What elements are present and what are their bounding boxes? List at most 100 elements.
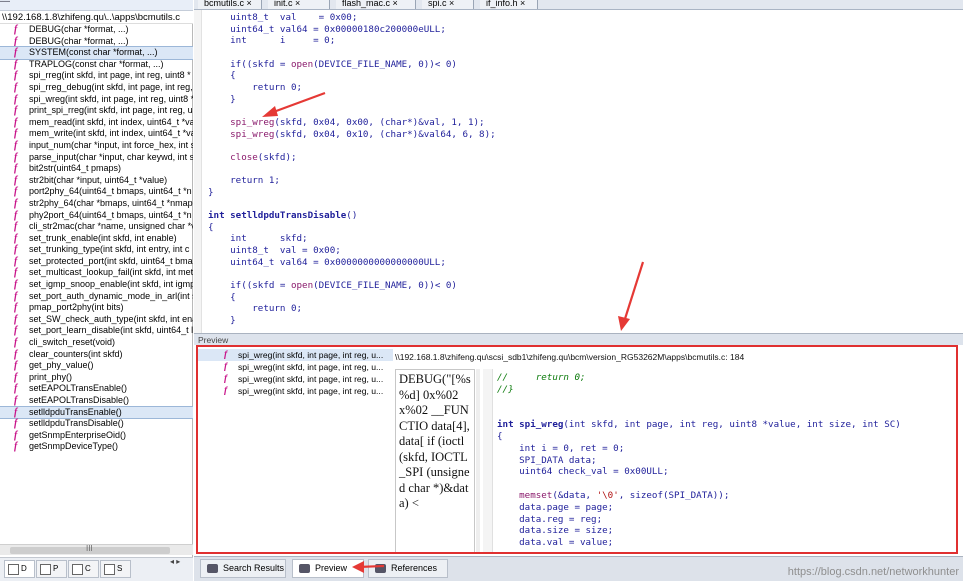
bottom-tab-label: Preview xyxy=(315,563,348,573)
code-token: '\0' xyxy=(596,490,619,501)
function-icon: f xyxy=(14,105,18,117)
function-signature: setlldpduTransDisable() xyxy=(29,418,124,429)
function-list-item[interactable]: f spi_rreg(int skfd, int page, int reg, u… xyxy=(0,70,193,82)
function-signature: mem_write(int skfd, int index, uint64_t … xyxy=(29,128,193,139)
function-list-item[interactable]: f spi_rreg_debug(int skfd, int page, int … xyxy=(0,82,193,94)
code-token: memset xyxy=(497,490,553,501)
function-list-item[interactable]: f pmap_port2phy(int bits) xyxy=(0,302,193,314)
reference-list[interactable]: f spi_wreg(int skfd, int page, int reg, u… xyxy=(198,349,393,552)
reference-item[interactable]: f spi_wreg(int skfd, int page, int reg, u… xyxy=(198,373,393,385)
code-token: return 0; xyxy=(208,303,303,315)
function-list-item[interactable]: f clear_counters(int skfd) xyxy=(0,349,193,361)
function-list-item[interactable]: f str2bit(char *input, uint64_t *value) xyxy=(0,175,193,187)
function-icon: f xyxy=(14,186,18,198)
code-token: (DEVICE_FILE_NAME, 0))< 0) xyxy=(313,58,457,70)
reference-item[interactable]: f spi_wreg(int skfd, int page, int reg, u… xyxy=(198,385,393,397)
function-list-item[interactable]: f getSnmpEnterpriseOid() xyxy=(0,430,193,442)
minimize-icon[interactable]: — xyxy=(0,0,10,7)
function-signature: set_trunk_enable(int skfd, int enable) xyxy=(29,232,177,243)
function-signature: setlldpduTransEnable() xyxy=(29,406,122,417)
editor-tab-label: flash_mac.c × xyxy=(342,0,398,8)
function-list-item[interactable]: f setlldpduTransEnable() xyxy=(0,405,193,420)
code-token: if((skfd = xyxy=(208,279,291,291)
function-signature: str2phy_64(char *bmaps, uint64_t *nmap xyxy=(29,197,193,208)
function-signature: print_phy() xyxy=(29,371,73,382)
code-line: int setlldpduTransDisable() xyxy=(208,210,357,221)
function-list-item[interactable]: f print_spi_rreg(int skfd, int page, int … xyxy=(0,105,193,117)
function-list-item[interactable]: f set_SW_check_auth_type(int skfd, int en… xyxy=(0,314,193,326)
function-list-item[interactable]: f DEBUG(char *format, ...) xyxy=(0,24,193,36)
file-path-label: \\192.168.1.8\zhifeng.qu\..\apps\bcmutil… xyxy=(0,11,193,24)
function-list-item[interactable]: f TRAPLOG(const char *format, ...) xyxy=(0,59,193,71)
code-line: data.val = value; xyxy=(497,537,613,548)
bottom-tab-preview[interactable]: Preview xyxy=(292,559,364,578)
function-list-item[interactable]: f set_trunking_type(int skfd, int entry, … xyxy=(0,244,193,256)
function-list-item[interactable]: f DEBUG(char *format, ...) xyxy=(0,36,193,48)
function-list-item[interactable]: f cli_str2mac(char *name, unsigned char *… xyxy=(0,221,193,233)
function-list-item[interactable]: f parse_input(char *input, char keywd, in… xyxy=(0,152,193,164)
code-token: () xyxy=(346,210,358,222)
function-list-item[interactable]: f setlldpduTransDisable() xyxy=(0,418,193,430)
function-list-item[interactable]: f input_num(char *input, int force_hex, i… xyxy=(0,140,193,152)
function-list-item[interactable]: f set_igmp_snoop_enable(int skfd, int igm… xyxy=(0,279,193,291)
code-line: } xyxy=(208,315,236,326)
function-icon: f xyxy=(14,267,18,279)
code-token: spi_wreg xyxy=(208,116,275,128)
function-list-item[interactable]: f setEAPOLTransEnable() xyxy=(0,383,193,395)
function-list-item[interactable]: f spi_wreg(int skfd, int page, int reg, u… xyxy=(0,94,193,106)
snippet-scrollbar[interactable] xyxy=(476,369,480,552)
function-list-item[interactable]: f set_protected_port(int skfd, uint64_t b… xyxy=(0,256,193,268)
symbol-tab-d[interactable]: D xyxy=(4,560,35,578)
symbol-tab-p[interactable]: P xyxy=(36,560,67,578)
panel-scroll-arrows[interactable]: ◂ ▸ xyxy=(170,557,194,567)
symbol-tab-c[interactable]: C xyxy=(68,560,99,578)
editor-tab[interactable]: flash_mac.c × xyxy=(336,0,416,9)
search-results-icon xyxy=(207,564,218,573)
function-list-item[interactable]: f cli_switch_reset(void) xyxy=(0,337,193,349)
function-icon: f xyxy=(14,197,18,209)
function-list-item[interactable]: f set_port_auth_dynamic_mode_in_arl(int s… xyxy=(0,291,193,303)
reference-item[interactable]: f spi_wreg(int skfd, int page, int reg, u… xyxy=(198,349,393,361)
bottom-tab-references[interactable]: References xyxy=(368,559,448,578)
function-signature: SYSTEM(const char *format, ...) xyxy=(29,47,158,58)
function-list-item[interactable]: f port2phy_64(uint64_t bmaps, uint64_t *n xyxy=(0,186,193,198)
editor-tab[interactable]: spi.c × xyxy=(422,0,474,9)
symbol-tab-s[interactable]: S xyxy=(100,560,131,578)
function-list[interactable]: f DEBUG(char *format, ...) f DEBUG(char *fo… xyxy=(0,24,193,540)
function-list-item[interactable]: f mem_write(int skfd, int index, uint64_t… xyxy=(0,128,193,140)
preview-code[interactable]: // return 0;//} int spi_wreg(int skfd, in… xyxy=(483,369,956,552)
bottom-tab-label: Search Results xyxy=(223,563,285,573)
function-signature: port2phy_64(uint64_t bmaps, uint64_t *n xyxy=(29,186,192,197)
function-list-item[interactable]: f str2phy_64(char *bmaps, uint64_t *nmap xyxy=(0,198,193,210)
code-token: data.reg = reg; xyxy=(497,513,603,525)
function-list-item[interactable]: f SYSTEM(const char *format, ...) xyxy=(0,46,193,60)
horizontal-scrollbar[interactable]: III xyxy=(0,544,193,555)
function-icon: f xyxy=(14,116,18,128)
editor-tab[interactable]: bcmutils.c × xyxy=(198,0,262,9)
reference-item[interactable]: f spi_wreg(int skfd, int page, int reg, u… xyxy=(198,361,393,373)
function-signature: pmap_port2phy(int bits) xyxy=(29,302,124,313)
bottom-tab-search-results[interactable]: Search Results xyxy=(200,559,286,578)
editor-tab[interactable]: init.c × xyxy=(268,0,330,9)
symbol-search-icon xyxy=(104,564,115,575)
function-icon: f xyxy=(14,302,18,314)
function-list-item[interactable]: f mem_read(int skfd, int index, uint64_t … xyxy=(0,117,193,129)
function-signature: cli_str2mac(char *name, unsigned char *v… xyxy=(29,221,193,232)
function-signature: setEAPOLTransDisable() xyxy=(29,395,130,405)
function-list-item[interactable]: f set_port_learn_disable(int skfd, uint64… xyxy=(0,325,193,337)
function-list-item[interactable]: f phy2port_64(uint64_t bmaps, uint64_t *n xyxy=(0,210,193,222)
symbol-panel-tabs: DPCS xyxy=(0,557,193,581)
code-token: uint8_t val = 0x00; xyxy=(208,12,358,23)
function-list-item[interactable]: f getSnmpDeviceType() xyxy=(0,441,193,453)
function-list-item[interactable]: f print_phy() xyxy=(0,372,193,384)
code-token: int skfd; xyxy=(208,233,308,245)
function-icon: f xyxy=(14,24,18,35)
function-list-item[interactable]: f set_multicast_lookup_fail(int skfd, int… xyxy=(0,267,193,279)
editor-tab[interactable]: if_info.h × xyxy=(480,0,538,9)
code-editor[interactable]: uint8_t val = 0x00; uint64_t val64 = 0x0… xyxy=(194,10,963,333)
code-line: return 1; xyxy=(208,175,280,186)
function-list-item[interactable]: f get_phy_value() xyxy=(0,360,193,372)
function-list-item[interactable]: f bit2str(uint64_t pmaps) xyxy=(0,163,193,175)
function-list-item[interactable]: f set_trunk_enable(int skfd, int enable) xyxy=(0,233,193,245)
function-list-item[interactable]: f setEAPOLTransDisable() xyxy=(0,395,193,407)
